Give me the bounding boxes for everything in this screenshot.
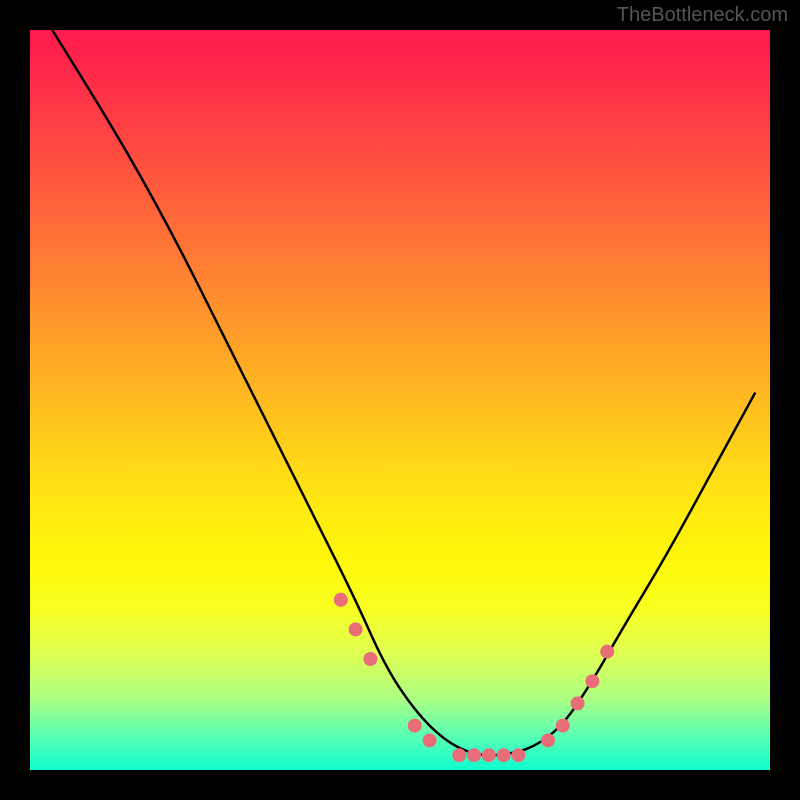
marker-point (363, 652, 377, 666)
marker-point (408, 719, 422, 733)
bottleneck-curve-line (52, 30, 755, 755)
marker-point (334, 593, 348, 607)
marker-point (482, 748, 496, 762)
watermark-text: TheBottleneck.com (617, 4, 788, 27)
highlight-markers (334, 593, 614, 762)
marker-point (467, 748, 481, 762)
chart-svg (30, 30, 770, 770)
marker-point (541, 733, 555, 747)
marker-point (511, 748, 525, 762)
marker-point (423, 733, 437, 747)
marker-point (452, 748, 466, 762)
marker-point (349, 622, 363, 636)
marker-point (556, 719, 570, 733)
marker-point (571, 696, 585, 710)
marker-point (497, 748, 511, 762)
marker-point (585, 674, 599, 688)
marker-point (600, 645, 614, 659)
